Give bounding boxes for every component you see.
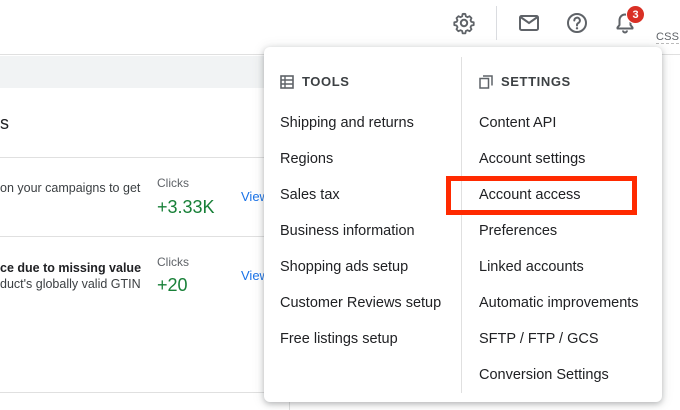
page-header-strip (0, 56, 290, 88)
view-link[interactable]: View (241, 268, 265, 283)
highlight-box-account-access (446, 176, 637, 215)
css-tag: CSS (656, 31, 680, 44)
settings-heading: SETTINGS (479, 74, 571, 89)
recommendation-title: ce due to missing value (0, 261, 142, 275)
row-divider (0, 236, 290, 237)
row-divider (0, 392, 290, 393)
menu-item-business-information[interactable]: Business information (280, 223, 415, 239)
menu-item-account-settings[interactable]: Account settings (479, 151, 585, 167)
menu-item-preferences[interactable]: Preferences (479, 223, 557, 239)
clicks-value: +20 (157, 275, 188, 295)
table-icon (280, 74, 294, 89)
menu-item-sftp-ftp-gcs[interactable]: SFTP / FTP / GCS (479, 331, 599, 347)
mail-icon[interactable] (514, 8, 544, 38)
tools-heading-label: TOOLS (302, 74, 350, 89)
menu-item-content-api[interactable]: Content API (479, 115, 556, 131)
menu-item-conversion-settings[interactable]: Conversion Settings (479, 367, 609, 383)
card-title: s (0, 113, 9, 133)
gear-icon[interactable] (449, 8, 479, 38)
recommendation-text: on your campaigns to get (0, 181, 141, 195)
menu-item-regions[interactable]: Regions (280, 151, 333, 167)
clicks-label: Clicks (157, 176, 189, 190)
notification-badge: 3 (626, 5, 645, 24)
row-divider (0, 157, 290, 158)
tools-settings-menu: TOOLS SETTINGS Shipping and returns Regi… (264, 47, 662, 402)
help-icon[interactable] (562, 8, 592, 38)
menu-item-shopping-ads-setup[interactable]: Shopping ads setup (280, 259, 408, 275)
menu-item-sales-tax[interactable]: Sales tax (280, 187, 340, 203)
clicks-value: +3.33K (157, 197, 215, 217)
menu-item-shipping-and-returns[interactable]: Shipping and returns (280, 115, 414, 131)
menu-column-divider (461, 57, 462, 393)
toolbar-divider (496, 6, 497, 40)
recommendations-card (0, 88, 290, 410)
recommendation-text: duct's globally valid GTIN (0, 277, 141, 291)
tools-heading: TOOLS (280, 74, 350, 89)
view-link[interactable]: View (241, 189, 265, 204)
settings-heading-label: SETTINGS (501, 74, 571, 89)
menu-item-automatic-improvements[interactable]: Automatic improvements (479, 295, 639, 311)
clicks-label: Clicks (157, 255, 189, 269)
menu-item-customer-reviews-setup[interactable]: Customer Reviews setup (280, 295, 441, 311)
menu-item-free-listings-setup[interactable]: Free listings setup (280, 331, 398, 347)
copy-settings-icon (479, 74, 493, 89)
menu-item-linked-accounts[interactable]: Linked accounts (479, 259, 584, 275)
